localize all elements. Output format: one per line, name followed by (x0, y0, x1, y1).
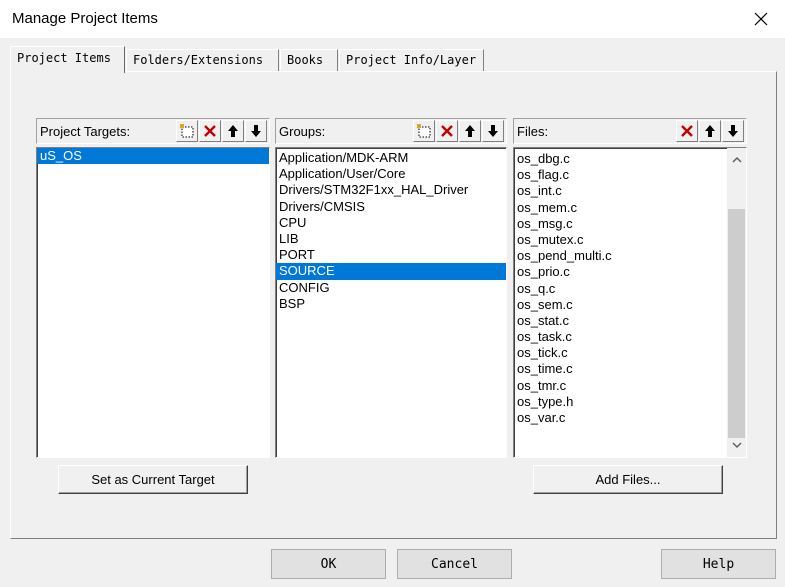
files-delete-button[interactable] (676, 120, 698, 142)
group-item[interactable]: Drivers/STM32F1xx_HAL_Driver (276, 182, 506, 198)
help-button[interactable]: Help (661, 549, 776, 579)
new-icon (179, 124, 194, 138)
file-item[interactable]: os_tmr.c (514, 378, 746, 394)
targets-new-button[interactable] (176, 120, 198, 142)
move-up-icon (228, 125, 238, 137)
groups-list[interactable]: Application/MDK-ARM Application/User/Cor… (275, 147, 507, 458)
targets-move-up-button[interactable] (222, 120, 244, 142)
tab-project-info-layer[interactable]: Project Info/Layer (339, 49, 484, 71)
file-item[interactable]: os_q.c (514, 281, 746, 297)
file-item[interactable]: os_tick.c (514, 345, 746, 361)
file-item[interactable]: os_task.c (514, 329, 746, 345)
targets-header: Project Targets: (36, 118, 270, 144)
groups-header: Groups: (275, 118, 507, 144)
files-scrollbar[interactable] (727, 148, 746, 457)
target-item[interactable]: uS_OS (37, 148, 269, 165)
files-label: Files: (517, 124, 549, 139)
title-bar: Manage Project Items (0, 0, 785, 38)
move-up-icon (705, 125, 715, 137)
group-item[interactable]: Application/User/Core (276, 166, 506, 182)
groups-new-button[interactable] (413, 120, 435, 142)
file-item[interactable]: os_pend_multi.c (514, 248, 746, 264)
file-item[interactable]: os_int.c (514, 183, 746, 199)
targets-delete-button[interactable] (199, 120, 221, 142)
groups-move-up-button[interactable] (459, 120, 481, 142)
targets-label: Project Targets: (40, 124, 131, 139)
group-item[interactable]: CPU (276, 215, 506, 231)
move-down-icon (251, 125, 261, 137)
new-icon (416, 124, 431, 138)
file-item[interactable]: os_type.h (514, 394, 746, 410)
targets-list[interactable]: uS_OS (36, 147, 270, 458)
file-item[interactable]: os_sem.c (514, 297, 746, 313)
cancel-button[interactable]: Cancel (397, 549, 512, 579)
file-item[interactable]: os_mem.c (514, 200, 746, 216)
group-item[interactable]: SOURCE (276, 263, 506, 280)
file-item[interactable]: os_flag.c (514, 167, 746, 183)
group-item[interactable]: PORT (276, 247, 506, 263)
files-header: Files: (513, 118, 747, 144)
chevron-down-icon (731, 442, 742, 449)
group-item[interactable]: CONFIG (276, 280, 506, 296)
file-item[interactable]: os_dbg.c (514, 151, 746, 167)
groups-move-down-button[interactable] (482, 120, 504, 142)
ok-button[interactable]: OK (271, 549, 386, 579)
delete-icon (204, 125, 216, 137)
file-item[interactable]: os_var.c (514, 410, 746, 426)
tab-folders-extensions[interactable]: Folders/Extensions (126, 49, 279, 71)
scroll-thumb[interactable] (728, 209, 745, 438)
tab-project-items[interactable]: Project Items (10, 46, 125, 73)
add-files-button[interactable]: Add Files... (533, 465, 723, 494)
file-item[interactable]: os_stat.c (514, 313, 746, 329)
close-button[interactable] (738, 4, 784, 34)
set-current-target-button[interactable]: Set as Current Target (58, 465, 248, 494)
close-icon (754, 12, 768, 26)
file-item[interactable]: os_prio.c (514, 264, 746, 280)
group-item[interactable]: Application/MDK-ARM (276, 150, 506, 166)
move-down-icon (488, 125, 498, 137)
files-move-up-button[interactable] (699, 120, 721, 142)
file-item[interactable]: os_msg.c (514, 216, 746, 232)
window-title: Manage Project Items (12, 10, 158, 27)
group-item[interactable]: Drivers/CMSIS (276, 199, 506, 215)
tab-books[interactable]: Books (280, 49, 338, 71)
scroll-down-button[interactable] (727, 437, 746, 454)
targets-move-down-button[interactable] (245, 120, 267, 142)
file-item[interactable]: os_time.c (514, 361, 746, 377)
file-item[interactable]: os_mutex.c (514, 232, 746, 248)
files-move-down-button[interactable] (722, 120, 744, 142)
groups-delete-button[interactable] (436, 120, 458, 142)
scroll-up-button[interactable] (727, 151, 746, 168)
group-item[interactable]: BSP (276, 296, 506, 312)
chevron-up-icon (731, 156, 742, 163)
files-list[interactable]: os_dbg.c os_flag.c os_int.c os_mem.c os_… (513, 147, 747, 458)
move-down-icon (728, 125, 738, 137)
delete-icon (681, 125, 693, 137)
delete-icon (441, 125, 453, 137)
move-up-icon (465, 125, 475, 137)
groups-label: Groups: (279, 124, 326, 139)
group-item[interactable]: LIB (276, 231, 506, 247)
